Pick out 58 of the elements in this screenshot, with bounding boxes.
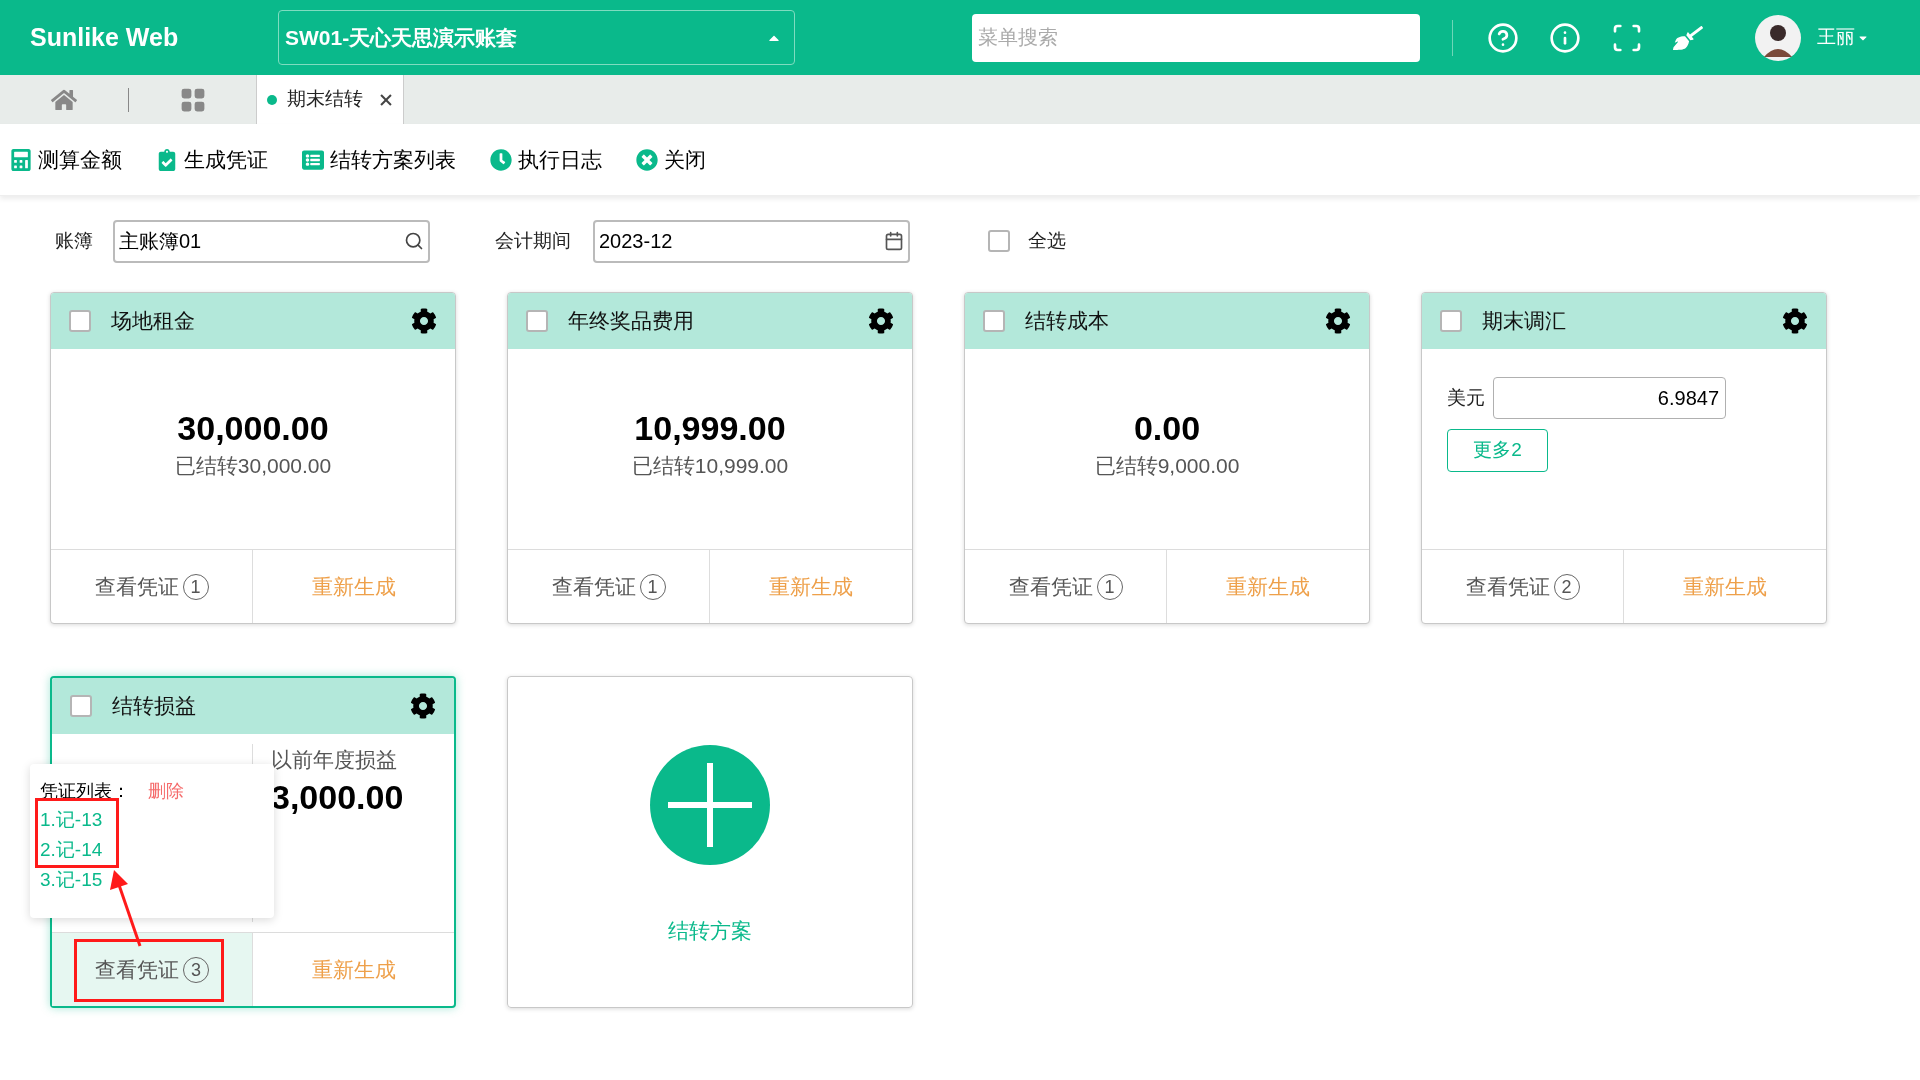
carried-amount: 已结转10,999.00 (631, 452, 789, 479)
logo: Sunlike Web (30, 21, 180, 53)
toolbar-button[interactable]: 生成凭证 (156, 143, 268, 176)
clipboard-check-icon (156, 148, 178, 171)
grid-icon[interactable] (179, 86, 206, 113)
rate-field[interactable]: 6.9847 (1493, 377, 1726, 419)
checkbox[interactable] (988, 230, 1010, 252)
view-voucher-button[interactable]: 查看凭证 2 (1465, 570, 1580, 603)
clock-icon (490, 148, 512, 171)
tab[interactable]: 期末结转 (256, 75, 404, 124)
toolbar-button[interactable]: 结转方案列表 (302, 143, 456, 176)
menu-search-field[interactable]: 菜单搜索 (972, 13, 1420, 62)
amount: 10,999.00 (634, 408, 786, 449)
settings-icon[interactable] (411, 308, 437, 334)
period-field[interactable]: 2023-12 (593, 219, 910, 263)
list-icon (302, 148, 324, 171)
plus-icon (650, 745, 770, 865)
close-icon (636, 148, 658, 171)
toolbar-button[interactable]: 测算金额 (10, 143, 122, 176)
checkbox[interactable] (70, 695, 92, 717)
add-scheme-label: 结转方案 (668, 918, 752, 944)
ledger-field[interactable]: 主账簿01 (113, 219, 430, 263)
currency-label: 美元 (1447, 385, 1485, 410)
tab-label: 期末结转 (287, 87, 363, 112)
carried-amount: 已结转9,000.00 (1094, 452, 1240, 479)
amount: 30,000.00 (177, 408, 329, 449)
card-title: 场地租金 (111, 308, 196, 335)
calculator-icon (10, 148, 32, 171)
close-icon[interactable] (379, 92, 393, 107)
view-voucher-button[interactable]: 查看凭证 1 (1008, 570, 1123, 603)
calendar-icon[interactable] (884, 231, 904, 251)
settings-icon[interactable] (410, 693, 436, 719)
settings-icon[interactable] (1782, 308, 1808, 334)
card-title: 结转成本 (1025, 308, 1110, 335)
card-title: 期末调汇 (1482, 308, 1567, 335)
carried-amount: 已结转30,000.00 (174, 452, 332, 479)
avatar[interactable] (1755, 14, 1801, 61)
column-label: 以前年度损益 (271, 747, 398, 773)
search-icon[interactable] (404, 231, 424, 251)
amount: 3,000.00 (271, 776, 405, 818)
checkbox[interactable] (983, 310, 1005, 332)
checkbox[interactable] (69, 310, 91, 332)
card-title: 年终奖品费用 (568, 308, 695, 335)
amount: 0.00 (1133, 408, 1201, 449)
ledger-label: 账簿 (55, 228, 94, 253)
select-all-label: 全选 (1028, 228, 1066, 253)
card-title: 结转损益 (112, 693, 197, 720)
settings-icon[interactable] (868, 308, 894, 334)
view-voucher-button[interactable]: 查看凭证 1 (551, 570, 666, 603)
view-voucher-button[interactable]: 查看凭证 1 (94, 570, 209, 603)
period-label: 会计期间 (495, 228, 572, 253)
help-icon[interactable] (1487, 21, 1519, 54)
info-icon[interactable] (1549, 21, 1581, 54)
checkbox[interactable] (526, 310, 548, 332)
toolbar-button[interactable]: 关闭 (636, 143, 706, 176)
checkbox[interactable] (1440, 310, 1462, 332)
settings-icon[interactable] (1325, 308, 1351, 334)
toolbar-button[interactable]: 执行日志 (490, 143, 602, 176)
